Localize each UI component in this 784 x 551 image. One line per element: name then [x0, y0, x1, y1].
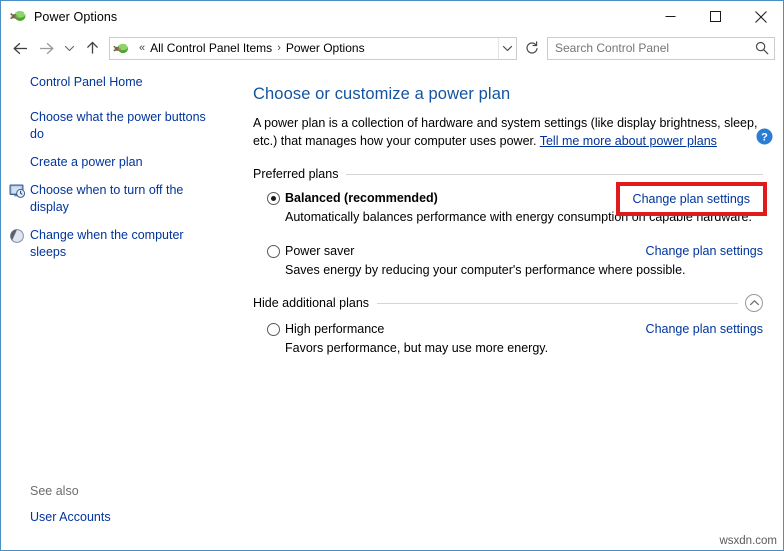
help-question-icon[interactable]: ? [756, 128, 773, 145]
monitor-clock-icon [9, 183, 27, 199]
moon-sleep-icon [9, 228, 27, 244]
power-options-window: Power Options « All Control Panel Items … [0, 0, 784, 551]
see-also-section: See also User Accounts [30, 484, 111, 524]
search-input[interactable]: Search Control Panel [548, 41, 750, 55]
search-icon[interactable] [750, 41, 774, 55]
sidebar-item-user-accounts[interactable]: User Accounts [30, 510, 111, 524]
plan-row-high-performance[interactable]: High performance Change plan settings [253, 321, 767, 337]
sidebar-item-create-a-power-plan[interactable]: Create a power plan [1, 154, 229, 171]
sidebar-item-control-panel-home[interactable]: Control Panel Home [1, 74, 229, 91]
change-plan-settings-balanced[interactable]: Change plan settings [615, 182, 767, 216]
breadcrumb-separator: › [277, 42, 281, 54]
plan-name: High performance [285, 322, 385, 336]
change-plan-settings-high-performance[interactable]: Change plan settings [646, 321, 763, 337]
recent-pages-chevron-down-icon[interactable] [59, 35, 79, 61]
address-bar[interactable]: « All Control Panel Items › Power Option… [109, 36, 517, 60]
change-plan-settings-power-saver[interactable]: Change plan settings [646, 243, 763, 259]
section-label: Preferred plans [253, 167, 339, 181]
breadcrumb-item-power-options[interactable]: Power Options [286, 41, 365, 55]
radio-high-performance[interactable] [267, 323, 280, 336]
plan-row-balanced[interactable]: Balanced (recommended) Change plan setti… [253, 182, 767, 216]
sidebar-item-label: Control Panel Home [30, 75, 143, 89]
window-title: Power Options [34, 9, 118, 24]
radio-power-saver[interactable] [267, 245, 280, 258]
plan-name: Power saver [285, 244, 355, 258]
refresh-icon[interactable] [521, 37, 543, 60]
power-plug-icon [10, 8, 27, 25]
up-arrow-icon[interactable] [79, 35, 105, 61]
sidebar-item-label: Choose when to turn off the display [30, 183, 184, 214]
sidebar-item-change-when-computer-sleeps[interactable]: Change when the computer sleeps [1, 227, 229, 261]
breadcrumb-power-plug-icon [113, 40, 130, 57]
maximize-button[interactable] [693, 1, 738, 32]
plan-description-high-performance: Favors performance, but may use more ene… [285, 341, 549, 355]
section-divider [377, 302, 738, 304]
plan-row-power-saver[interactable]: Power saver Change plan settings [253, 243, 767, 259]
svg-text:?: ? [761, 131, 768, 143]
section-label[interactable]: Hide additional plans [253, 296, 377, 310]
back-arrow-icon[interactable] [7, 35, 33, 61]
forward-arrow-icon[interactable] [33, 35, 59, 61]
title-bar: Power Options [1, 1, 783, 32]
minimize-button[interactable] [648, 1, 693, 32]
page-description: A power plan is a collection of hardware… [253, 114, 758, 150]
sidebar-item-label: Change when the computer sleeps [30, 228, 184, 259]
sidebar: Control Panel Home Choose what the power… [1, 64, 229, 550]
sidebar-item-label: Choose what the power buttons do [30, 110, 206, 141]
chevron-up-circle-icon[interactable] [745, 294, 763, 312]
main-content: ? Choose or customize a power plan A pow… [229, 64, 783, 550]
section-header-preferred-plans: Preferred plans [253, 167, 767, 181]
page-title: Choose or customize a power plan [253, 85, 511, 103]
see-also-title: See also [30, 484, 79, 498]
sidebar-item-label: Create a power plan [30, 155, 143, 169]
address-toolbar: « All Control Panel Items › Power Option… [1, 32, 783, 64]
sidebar-item-choose-what-power-buttons-do[interactable]: Choose what the power buttons do [1, 109, 229, 143]
window-body: Control Panel Home Choose what the power… [1, 64, 783, 550]
breadcrumb-item-all-control-panel-items[interactable]: All Control Panel Items [150, 41, 272, 55]
breadcrumb-overflow[interactable]: « [134, 42, 150, 54]
plan-name: Balanced (recommended) [285, 191, 438, 205]
section-header-hide-additional-plans: Hide additional plans [253, 294, 767, 312]
sidebar-item-choose-when-to-turn-off-display[interactable]: Choose when to turn off the display [1, 182, 229, 216]
address-chevron-down-icon[interactable] [498, 37, 516, 59]
window-controls [648, 1, 783, 32]
section-divider [346, 173, 763, 175]
plan-description-power-saver: Saves energy by reducing your computer's… [285, 263, 686, 277]
watermark: wsxdn.com [719, 535, 777, 547]
search-box[interactable]: Search Control Panel [547, 36, 775, 60]
close-button[interactable] [738, 1, 783, 32]
tell-me-more-link[interactable]: Tell me more about power plans [540, 134, 717, 148]
radio-balanced[interactable] [267, 192, 280, 205]
